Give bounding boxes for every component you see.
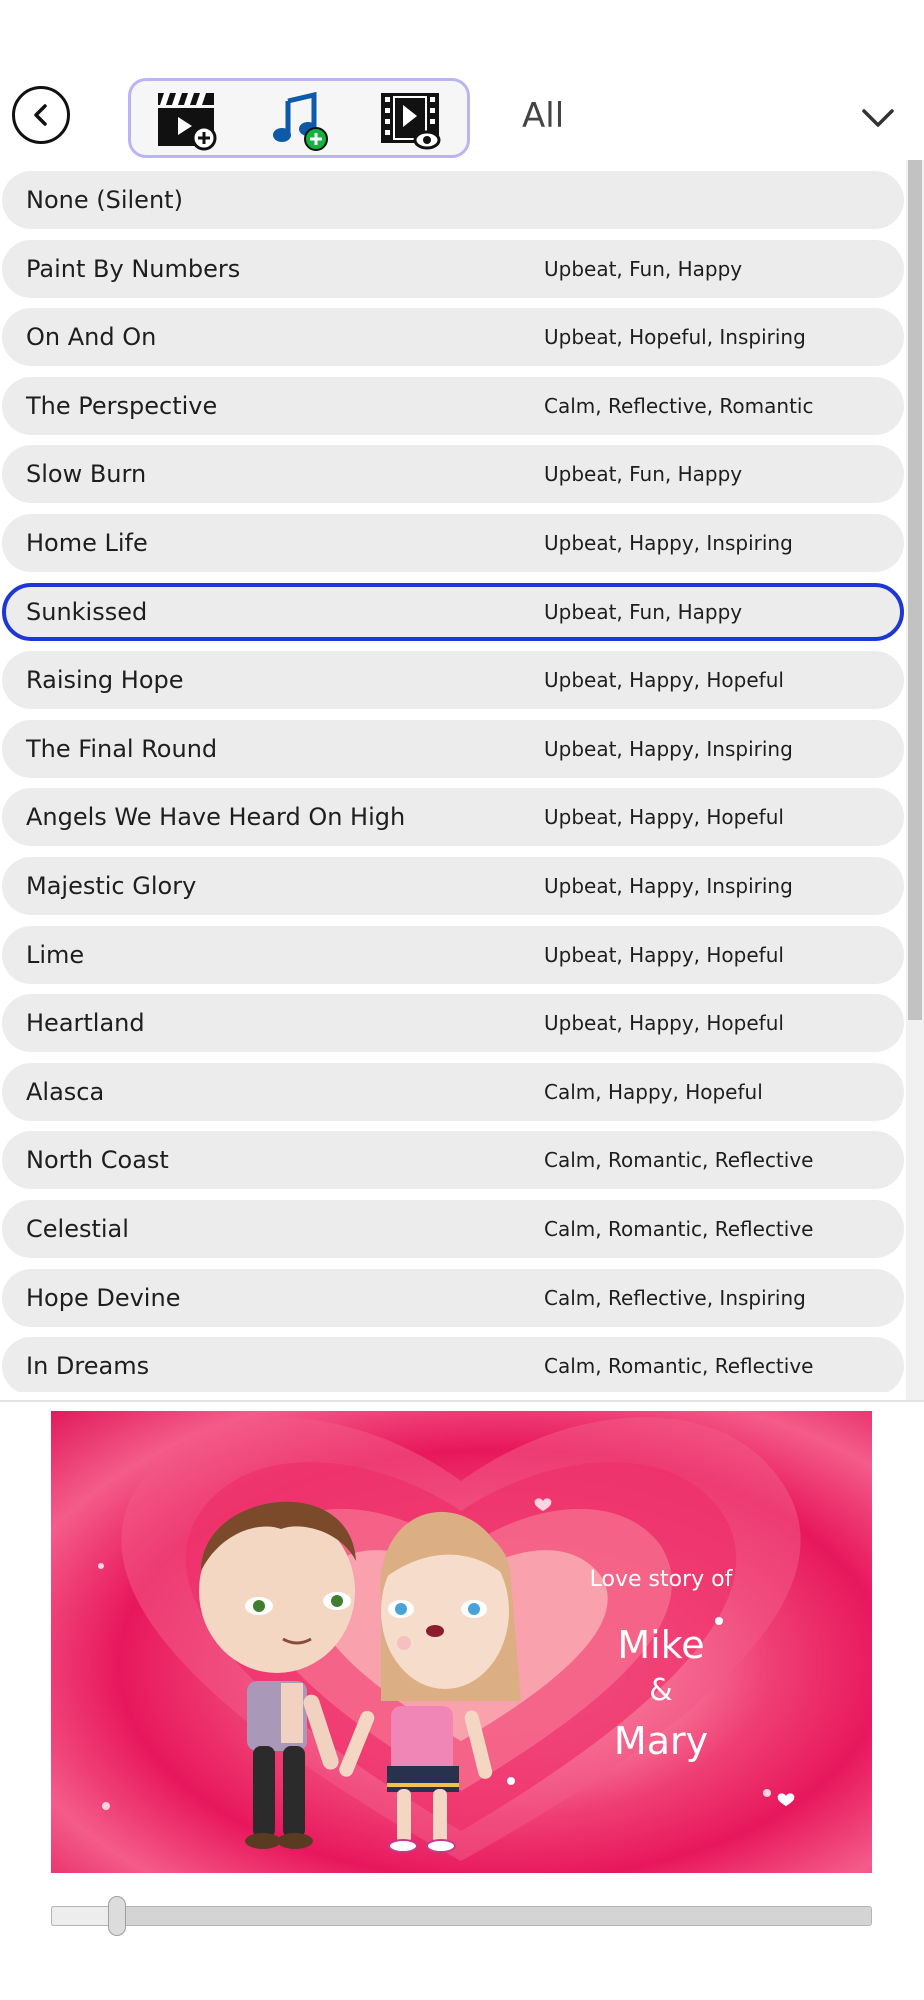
track-title: Slow Burn [26, 460, 147, 489]
track-mood-tags: Calm, Romantic, Reflective [544, 1217, 814, 1241]
back-button[interactable] [12, 86, 70, 144]
track-mood-tags: Calm, Reflective, Inspiring [544, 1285, 806, 1310]
track-mood-tags: Calm, Romantic, Reflective [544, 1148, 814, 1173]
track-mood-tags: Upbeat, Happy, Inspiring [544, 531, 793, 555]
track-mood-tags: Calm, Romantic, Reflective [544, 1354, 814, 1379]
list-scrollbar-thumb[interactable] [908, 160, 922, 1020]
preview-caption-name-2: Mary [613, 1719, 709, 1763]
track-mood-tags: Calm, Reflective, Romantic [544, 393, 814, 418]
add-video-clip-button[interactable] [156, 89, 218, 151]
timeline-slider-fill [51, 1906, 117, 1926]
timeline-slider-track[interactable] [51, 1906, 872, 1926]
music-note-plus-icon [273, 91, 328, 151]
music-list-item[interactable]: The Final Round Upbeat, Happy, Inspiring [2, 719, 904, 778]
music-list-item[interactable]: None (Silent) [2, 171, 904, 229]
filter-dropdown-value[interactable]: All [522, 96, 564, 136]
music-list-item[interactable]: Alasca Calm, Happy, Hopeful [2, 1062, 904, 1121]
track-mood-tags: Upbeat, Happy, Inspiring [544, 874, 793, 898]
top-toolbar: All [0, 78, 924, 158]
music-list-item[interactable]: Home Life Upbeat, Happy, Inspiring [2, 514, 904, 572]
track-title: Sunkissed [26, 597, 148, 626]
preview-caption-name-1: Mike [617, 1623, 705, 1667]
track-mood-tags: Calm, Happy, Hopeful [544, 1079, 763, 1104]
track-title: North Coast [26, 1146, 169, 1175]
music-list-item[interactable]: Slow Burn Upbeat, Fun, Happy [2, 445, 904, 504]
music-list-item[interactable]: North Coast Calm, Romantic, Reflective [2, 1131, 904, 1190]
track-title: The Perspective [26, 391, 218, 420]
track-title: In Dreams [26, 1352, 150, 1381]
track-title: Paint By Numbers [26, 254, 241, 283]
music-list-item[interactable]: Paint By Numbers Upbeat, Fun, Happy [2, 239, 904, 298]
music-list-item[interactable]: The Perspective Calm, Reflective, Romanti… [2, 376, 904, 435]
track-mood-tags: Upbeat, Fun, Happy [544, 462, 743, 487]
track-title: Celestial [26, 1215, 129, 1243]
track-mood-tags: Upbeat, Happy, Hopeful [544, 668, 784, 693]
chevron-down-icon [862, 109, 894, 127]
track-title: Raising Hope [26, 666, 184, 695]
track-title: Majestic Glory [26, 872, 197, 900]
chevron-left-icon [34, 104, 47, 126]
track-title: The Final Round [26, 734, 218, 763]
preview-caption-subtitle: Love story of [589, 1567, 733, 1592]
music-list-item[interactable]: Lime Upbeat, Happy, Hopeful [2, 925, 904, 984]
track-mood-tags: Upbeat, Happy, Hopeful [544, 942, 784, 967]
filter-dropdown-toggle[interactable] [860, 100, 896, 136]
music-list-item[interactable]: On And On Upbeat, Hopeful, Inspiring [2, 308, 904, 367]
track-title: Hope Devine [26, 1283, 181, 1312]
preview-video-button[interactable] [379, 89, 441, 151]
music-list-item[interactable]: Raising Hope Upbeat, Happy, Hopeful [2, 651, 904, 710]
track-mood-tags: Upbeat, Fun, Happy [544, 256, 743, 281]
track-title: Angels We Have Heard On High [26, 803, 406, 832]
music-list-item[interactable]: Sunkissed Upbeat, Fun, Happy [2, 582, 904, 641]
track-mood-tags: Upbeat, Hopeful, Inspiring [544, 325, 806, 350]
timeline-slider-thumb[interactable] [107, 1896, 126, 1936]
music-list-item[interactable]: In Dreams Calm, Romantic, Reflective [2, 1337, 904, 1392]
track-title: Home Life [26, 529, 148, 557]
track-title: Alasca [26, 1077, 105, 1106]
track-title: None (Silent) [26, 186, 183, 214]
track-mood-tags: Upbeat, Fun, Happy [544, 599, 743, 624]
music-list-item[interactable]: Celestial Calm, Romantic, Reflective [2, 1200, 904, 1258]
music-list-item[interactable]: Majestic Glory Upbeat, Happy, Inspiring [2, 857, 904, 915]
preview-caption-ampersand: & [649, 1673, 673, 1708]
music-track-list: None (Silent) Paint By Numbers Upbeat, Fun… [0, 166, 906, 1392]
track-mood-tags: Upbeat, Happy, Hopeful [544, 805, 784, 830]
track-mood-tags: Upbeat, Happy, Inspiring [544, 736, 793, 761]
track-title: On And On [26, 323, 157, 352]
clapperboard-plus-icon [158, 93, 217, 151]
add-music-button[interactable] [268, 89, 330, 151]
section-divider [0, 1400, 924, 1402]
track-title: Lime [26, 940, 85, 969]
track-mood-tags: Upbeat, Happy, Hopeful [544, 1011, 784, 1036]
media-tool-group [128, 78, 470, 158]
video-preview[interactable]: Love story of Mike & Mary [51, 1411, 872, 1873]
music-list-item[interactable]: Heartland Upbeat, Happy, Hopeful [2, 994, 904, 1053]
track-title: Heartland [26, 1009, 145, 1038]
music-list-item[interactable]: Angels We Have Heard On High Upbeat, Happ… [2, 788, 904, 847]
music-list-item[interactable]: Hope Devine Calm, Reflective, Inspiring [2, 1268, 904, 1327]
film-eye-icon [381, 93, 441, 150]
